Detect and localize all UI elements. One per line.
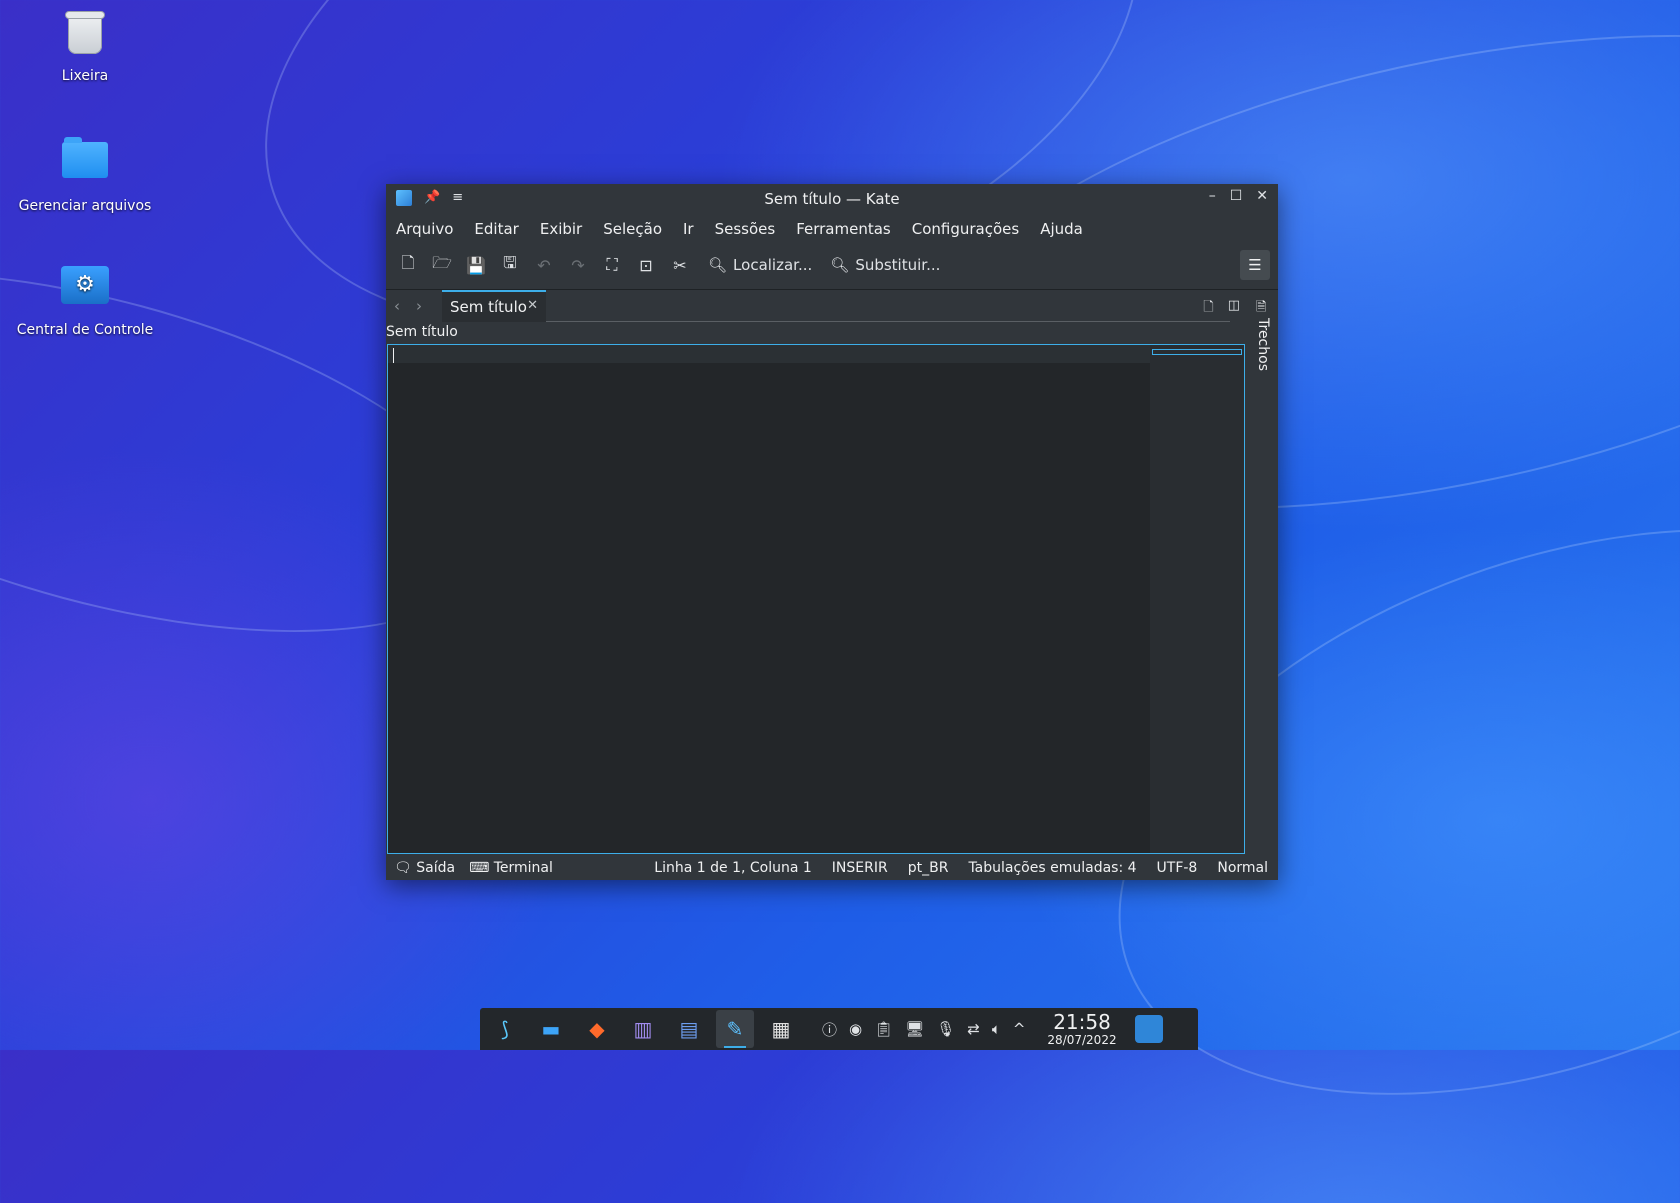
find-button[interactable]: 🔍︎ Localizar... bbox=[708, 256, 812, 274]
minimize-icon[interactable]: – bbox=[1209, 188, 1216, 204]
title-bar[interactable]: 📌 ≡ Sem título — Kate – ☐ ✕ bbox=[386, 184, 1278, 214]
find-label: Localizar... bbox=[733, 256, 813, 274]
main-toolbar: 🗋 🗁 💾 🖫 ↶ ↷ ⛶ ⊡ ✂ 🔍︎ Localizar... 🔍︎ Sub… bbox=[386, 246, 1278, 284]
text-cursor bbox=[393, 348, 394, 363]
trash-icon bbox=[60, 12, 110, 62]
current-line-highlight bbox=[388, 345, 1150, 363]
save-as-icon[interactable]: 🖫 bbox=[500, 252, 520, 279]
menu-editar[interactable]: Editar bbox=[474, 214, 529, 244]
folder-icon bbox=[60, 137, 110, 192]
minimap-viewport[interactable] bbox=[1152, 349, 1242, 355]
tools-icon[interactable]: ✂ bbox=[670, 256, 690, 275]
file-manager-task-icon[interactable]: ▬ bbox=[532, 1010, 570, 1048]
indentation-setting[interactable]: Tabulações emuladas: 4 bbox=[968, 860, 1136, 876]
desktop-icon-label: Lixeira bbox=[61, 68, 109, 84]
kate-window: 📌 ≡ Sem título — Kate – ☐ ✕ Arquivo Edit… bbox=[386, 184, 1278, 880]
menu-exibir[interactable]: Exibir bbox=[540, 214, 593, 244]
new-document-icon[interactable]: 🗋 bbox=[398, 252, 418, 279]
dictionary-language[interactable]: pt_BR bbox=[908, 860, 949, 876]
tab-label: Sem título bbox=[450, 298, 527, 316]
clock-time: 21:58 bbox=[1053, 1010, 1111, 1034]
menu-arquivo[interactable]: Arquivo bbox=[396, 214, 464, 244]
input-mode[interactable]: INSERIR bbox=[832, 860, 888, 876]
control-center-icon: ⚙ bbox=[60, 266, 110, 316]
menu-ir[interactable]: Ir bbox=[683, 214, 705, 244]
right-sidebar: 🗎 Trechos bbox=[1248, 290, 1278, 860]
app-launcher-icon[interactable]: ⟆ bbox=[486, 1010, 524, 1048]
desktop-icon-file-manager[interactable]: Gerenciar arquivos bbox=[0, 134, 170, 214]
browser-task-icon[interactable]: ◆ bbox=[578, 1010, 616, 1048]
menu-ferramentas[interactable]: Ferramentas bbox=[796, 214, 902, 244]
menu-bar: Arquivo Editar Exibir Seleção Ir Sessões… bbox=[386, 214, 1278, 244]
kate-task-icon[interactable]: ✎ bbox=[716, 1010, 754, 1048]
desktop-icon-label: Gerenciar arquivos bbox=[18, 198, 152, 214]
split-view-icon[interactable]: ◫ bbox=[1228, 298, 1240, 320]
chevron-right-icon[interactable]: › bbox=[416, 297, 422, 315]
steam-icon[interactable]: ◉ bbox=[849, 1020, 862, 1038]
close-tab-icon[interactable]: ✕ bbox=[527, 298, 538, 313]
output-label: Saída bbox=[416, 860, 456, 876]
output-button[interactable]: 🗨︎ Saída bbox=[394, 860, 455, 876]
chat-icon: 🗨︎ bbox=[394, 860, 412, 876]
menu-configuracoes[interactable]: Configurações bbox=[912, 214, 1030, 244]
clipboard-icon[interactable]: 📋︎ bbox=[874, 1020, 893, 1038]
clock[interactable]: 21:58 28/07/2022 bbox=[1047, 1012, 1116, 1046]
tab-bar: ‹ › Sem título ✕ 🗋 ◫ bbox=[386, 290, 1278, 322]
window-title: Sem título — Kate bbox=[764, 190, 900, 208]
encoding-setting[interactable]: UTF-8 bbox=[1157, 860, 1198, 876]
menu-sessoes[interactable]: Sessões bbox=[715, 214, 787, 244]
menu-selecao[interactable]: Seleção bbox=[603, 214, 673, 244]
open-folder-icon[interactable]: 🗁 bbox=[432, 252, 452, 279]
replace-button[interactable]: 🔍︎ Substituir... bbox=[830, 256, 940, 274]
cursor-position[interactable]: Linha 1 de 1, Coluna 1 bbox=[654, 860, 812, 876]
maximize-icon[interactable]: ☐ bbox=[1230, 188, 1243, 204]
discover-task-icon[interactable]: ▥ bbox=[624, 1010, 662, 1048]
system-task-icon[interactable]: ▦ bbox=[762, 1010, 800, 1048]
info-icon[interactable]: ⓘ bbox=[822, 1019, 837, 1040]
terminal-label: Terminal bbox=[493, 860, 553, 876]
terminal-icon: ⌨︎ bbox=[469, 860, 490, 876]
zoom-out-icon[interactable]: ⊡ bbox=[636, 256, 656, 275]
chevron-left-icon[interactable]: ‹ bbox=[394, 297, 400, 315]
menu-ajuda[interactable]: Ajuda bbox=[1040, 214, 1094, 244]
search-icon: 🔍︎ bbox=[708, 256, 728, 274]
replace-icon: 🔍︎ bbox=[830, 256, 850, 274]
document-title: Sem título bbox=[386, 324, 458, 340]
microphone-icon[interactable]: 🎙︎ bbox=[936, 1020, 955, 1038]
zoom-in-icon[interactable]: ⛶ bbox=[602, 255, 622, 275]
save-icon[interactable]: 💾 bbox=[466, 256, 486, 275]
taskbar: ⟆ ▬ ◆ ▥ ▤ ✎ ▦ ⓘ ◉ 📋︎ 🖥︎ 🎙︎ ⇄ 🔈︎ ^ 21:58 … bbox=[480, 1008, 1198, 1050]
desktop-icon-control-center[interactable]: ⚙ Central de Controle bbox=[0, 260, 170, 338]
close-icon[interactable]: ✕ bbox=[1256, 188, 1268, 204]
show-desktop-icon[interactable] bbox=[1134, 1015, 1163, 1043]
desktop-icon-label: Central de Controle bbox=[16, 322, 154, 338]
toggle-sidebar-button[interactable]: ☰ bbox=[1240, 250, 1270, 280]
terminal-button[interactable]: ⌨︎ Terminal bbox=[469, 860, 553, 876]
tab-bar-line bbox=[546, 321, 1230, 322]
text-editor[interactable] bbox=[387, 344, 1245, 854]
status-bar: 🗨︎ Saída ⌨︎ Terminal Linha 1 de 1, Colun… bbox=[386, 856, 1278, 880]
redo-icon[interactable]: ↷ bbox=[568, 256, 588, 275]
desktop-icon-trash[interactable]: Lixeira bbox=[0, 8, 170, 84]
minimap[interactable] bbox=[1150, 345, 1244, 853]
new-tab-icon[interactable]: 🗋 bbox=[1203, 298, 1213, 320]
display-icon[interactable]: 🖥︎ bbox=[905, 1020, 924, 1038]
clock-date: 28/07/2022 bbox=[1047, 1033, 1117, 1047]
chevron-up-icon[interactable]: ^ bbox=[1013, 1020, 1026, 1038]
snippets-tab[interactable]: Trechos bbox=[1255, 318, 1271, 371]
system-tray: ⓘ ◉ 📋︎ 🖥︎ 🎙︎ ⇄ 🔈︎ ^ bbox=[822, 1019, 1025, 1040]
undo-icon[interactable]: ↶ bbox=[534, 256, 554, 275]
document-task-icon[interactable]: ▤ bbox=[670, 1010, 708, 1048]
tab-sem-titulo[interactable]: Sem título ✕ bbox=[442, 290, 546, 322]
replace-label: Substituir... bbox=[855, 256, 941, 274]
syntax-mode[interactable]: Normal bbox=[1217, 860, 1268, 876]
network-icon[interactable]: ⇄ bbox=[967, 1020, 980, 1038]
volume-icon[interactable]: 🔈︎ bbox=[992, 1020, 1001, 1038]
snippets-icon[interactable]: 🗎 bbox=[1256, 298, 1266, 320]
